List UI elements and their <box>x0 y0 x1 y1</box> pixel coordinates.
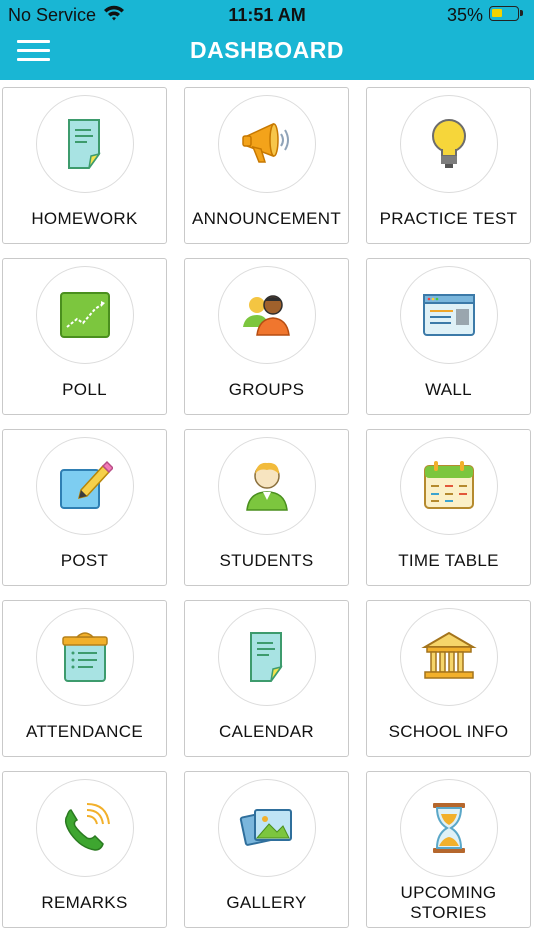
tile-label: CALENDAR <box>219 722 314 741</box>
tile-practice-test[interactable]: PRACTICE TEST <box>366 87 531 244</box>
tile-poll[interactable]: POLL <box>2 258 167 415</box>
tile-upcoming-stories[interactable]: UPCOMING STORIES <box>366 771 531 928</box>
student-icon <box>245 462 288 511</box>
tile-students[interactable]: STUDENTS <box>184 429 349 586</box>
tile-label: HOMEWORK <box>31 209 138 228</box>
clipboard-icon <box>61 632 108 682</box>
tile-label: POLL <box>62 380 107 399</box>
megaphone-icon <box>241 122 289 163</box>
tile-wall[interactable]: WALL <box>366 258 531 415</box>
homework-icon <box>67 119 101 169</box>
tile-label: ATTENDANCE <box>26 722 143 741</box>
tile-post[interactable]: POST <box>2 429 167 586</box>
lightbulb-icon <box>431 119 466 168</box>
tile-label: ANNOUNCEMENT <box>191 209 342 228</box>
tile-label: UPCOMING STORIES <box>400 883 497 922</box>
tile-label: SCHOOL INFO <box>388 722 509 741</box>
page-title: DASHBOARD <box>190 37 344 63</box>
phone-icon <box>64 803 110 851</box>
building-icon <box>420 631 477 679</box>
battery-tip <box>520 10 523 16</box>
tile-school-info[interactable]: SCHOOL INFO <box>366 600 531 757</box>
battery-icon <box>489 6 519 21</box>
tile-time-table[interactable]: TIME TABLE <box>366 429 531 586</box>
tile-homework[interactable]: HOMEWORK <box>2 87 167 244</box>
tile-label: WALL <box>425 380 472 399</box>
tile-groups[interactable]: GROUPS <box>184 258 349 415</box>
chart-icon <box>59 292 110 338</box>
battery-percent: 35% <box>447 5 484 25</box>
tile-label: POST <box>60 551 109 570</box>
tile-gallery[interactable]: GALLERY <box>184 771 349 928</box>
tile-label: REMARKS <box>41 893 128 912</box>
document-icon <box>249 632 283 682</box>
gallery-icon <box>239 809 292 846</box>
browser-icon <box>422 294 475 336</box>
dashboard-grid: HOMEWORK ANNOUNCEMENT PRACTICE TEST POLL… <box>2 87 532 928</box>
app-header: No Service 11:51 AM 35% DASHBOARD <box>0 0 534 80</box>
pencil-icon <box>59 460 113 509</box>
tile-label: GALLERY <box>226 893 307 912</box>
tile-attendance[interactable]: ATTENDANCE <box>2 600 167 757</box>
tile-label: STUDENTS <box>219 551 314 570</box>
group-icon <box>242 295 290 336</box>
tile-calendar[interactable]: CALENDAR <box>184 600 349 757</box>
hourglass-icon <box>432 803 465 853</box>
tile-remarks[interactable]: REMARKS <box>2 771 167 928</box>
tile-label: PRACTICE TEST <box>379 209 518 228</box>
tile-label: GROUPS <box>228 380 305 399</box>
status-bar: No Service 11:51 AM 35% <box>0 0 534 30</box>
calendar-icon <box>423 461 474 509</box>
tile-label: TIME TABLE <box>398 551 499 570</box>
tile-announcement[interactable]: ANNOUNCEMENT <box>184 87 349 244</box>
